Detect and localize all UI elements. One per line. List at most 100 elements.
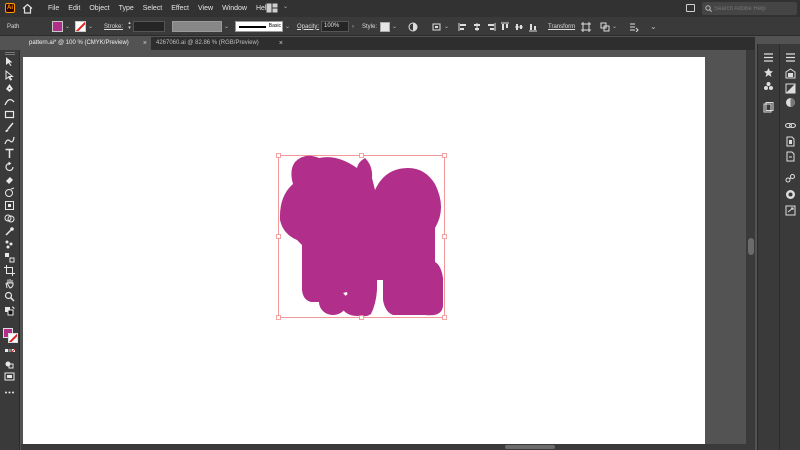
color-panel-button[interactable] [785,83,796,94]
shape-builder-tool[interactable] [4,213,17,224]
search-input[interactable] [714,4,794,13]
align-left-icon[interactable] [458,22,468,32]
chevron-down-icon[interactable]: ⌄ [283,3,288,10]
warp-tool[interactable] [4,187,17,198]
default-fill-stroke[interactable] [4,306,17,317]
transform-link[interactable]: Transform [548,17,575,36]
more-tools-button[interactable] [4,387,17,398]
menu-file[interactable]: File [48,5,59,12]
tab-pattern-document[interactable]: pattern.ai* @ 100 % (CMYK/Preview) × [0,37,151,50]
symbols-panel-button[interactable] [785,173,796,184]
rectangle-tool[interactable] [4,109,17,120]
close-icon[interactable]: × [143,37,147,50]
libraries-panel-button[interactable] [763,67,774,78]
rotate-tool[interactable] [4,161,17,172]
variable-width-control[interactable]: ⌄ [172,17,229,36]
variable-width-profile[interactable] [172,21,222,32]
type-tool[interactable] [4,148,17,159]
stroke-weight-control[interactable]: ▴ ▾ [126,17,165,36]
direct-selection-tool[interactable] [4,69,17,81]
chevron-down-icon[interactable]: ⌄ [285,23,290,30]
curvature-tool[interactable] [4,96,17,107]
brush-preview[interactable]: Basic [235,21,283,32]
artboard-tool[interactable] [4,265,17,276]
menu-select[interactable]: Select [143,5,162,12]
panel-grip[interactable] [5,52,15,55]
stroke-weight-field[interactable] [133,21,165,32]
more-options-control[interactable]: ⌄ [648,17,657,36]
align-bottom-icon[interactable] [528,22,538,32]
selected-artwork[interactable] [275,150,450,322]
zoom-tool[interactable] [4,291,17,302]
document-info-panel-button[interactable] [785,136,796,147]
symbol-sprayer-tool[interactable] [4,239,17,250]
pen-tool[interactable] [4,83,17,94]
chevron-down-icon[interactable]: ⌄ [444,23,449,30]
stroke-panel-button[interactable] [785,189,796,200]
eyedropper-tool[interactable] [4,226,17,237]
transparency-panel-button[interactable] [785,97,796,108]
stroke-color-control[interactable]: ⌄ [75,17,93,36]
panel-toggle-icon[interactable] [686,4,695,12]
hand-tool[interactable] [4,278,17,289]
stroke-weight-stepper[interactable]: ▴ ▾ [126,21,133,32]
screen-mode-button[interactable] [4,371,17,382]
align-middle-icon[interactable] [514,22,524,32]
horizontal-scroll-thumb[interactable] [505,445,555,449]
stroke-color-box[interactable] [8,333,18,343]
chevron-down-icon[interactable]: ⌄ [224,23,229,30]
brush-definition-control[interactable]: Basic ⌄ [235,17,290,36]
chevron-down-icon[interactable]: ⌄ [612,23,617,30]
edit-toolbar-button[interactable] [629,17,639,36]
shaper-tool[interactable] [4,135,17,146]
tab-4267060-document[interactable]: 4267060.ai @ 82.86 % (RGB/Preview) × [151,37,287,50]
paintbrush-tool[interactable] [4,122,17,133]
chevron-down-icon[interactable]: ⌄ [65,23,70,30]
menu-type[interactable]: Type [119,5,134,12]
chevron-down-icon[interactable]: ⌄ [88,23,93,30]
shape-modes-control[interactable]: ⌄ [600,17,617,36]
appearance-panel-button[interactable] [785,52,796,63]
arrange-documents-icon[interactable] [266,3,278,13]
export-panel-button[interactable] [785,151,796,162]
opacity-label[interactable]: Opacity: [297,17,319,36]
stroke-swatch[interactable] [75,21,86,32]
links-panel-button[interactable] [763,102,774,113]
animal-silhouette-shape[interactable] [279,155,443,317]
menu-edit[interactable]: Edit [68,5,80,12]
opacity-field[interactable]: 100% [321,21,349,32]
stroke-label[interactable]: Stroke: [104,17,123,36]
isolate-group-button[interactable] [581,17,591,36]
drawing-mode-button[interactable] [4,359,17,370]
align-center-icon[interactable] [472,22,482,32]
fill-swatch[interactable] [52,21,63,32]
align-top-icon[interactable] [500,22,510,32]
horizontal-scrollbar[interactable] [21,444,746,450]
brushes-panel-button[interactable] [785,120,796,131]
blend-tool[interactable] [4,252,17,263]
recolor-artwork-button[interactable] [408,17,418,36]
menu-effect[interactable]: Effect [171,5,189,12]
align-control[interactable]: ⌄ [432,17,449,36]
align-right-icon[interactable] [486,22,496,32]
fill-color-control[interactable]: ⌄ [52,17,70,36]
chevron-down-icon[interactable]: ⌄ [650,22,657,31]
layers-panel-button[interactable] [763,81,774,92]
home-icon[interactable] [22,3,33,14]
chevron-down-icon[interactable]: ⌄ [392,23,397,30]
close-icon[interactable]: × [279,37,283,50]
vertical-scroll-thumb[interactable] [748,238,754,255]
eraser-tool[interactable] [4,174,17,185]
swatches-panel-button[interactable] [785,68,796,79]
chevron-right-icon[interactable]: › [352,24,354,30]
color-mode-buttons[interactable] [4,347,17,358]
menu-object[interactable]: Object [89,5,109,12]
menu-window[interactable]: Window [222,5,247,12]
artboards-panel-button[interactable] [785,205,796,216]
opacity-control[interactable]: 100% › [321,17,354,36]
selection-tool[interactable] [4,56,17,67]
menu-view[interactable]: View [198,5,213,12]
graphic-style-control[interactable]: ⌄ [380,17,397,36]
free-transform-tool[interactable] [4,200,17,211]
graphic-style-swatch[interactable] [380,21,390,32]
